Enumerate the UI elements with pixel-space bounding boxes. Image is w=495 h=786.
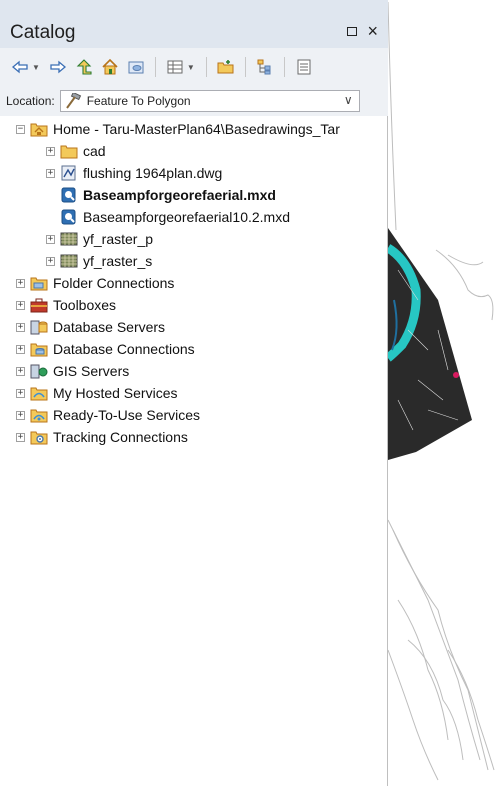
toolbar-separator — [244, 57, 246, 77]
tree-label: Ready-To-Use Services — [53, 407, 201, 423]
database-connection-icon — [30, 341, 48, 357]
tracking-connections-icon — [30, 429, 48, 445]
folder-connections-icon — [30, 275, 48, 291]
tree-item-gis-servers[interactable]: + GIS Servers — [16, 360, 129, 382]
expand-icon[interactable]: + — [16, 344, 25, 354]
map-canvas — [388, 1, 495, 781]
tree-item-tracking-connections[interactable]: + Tracking Connections — [16, 426, 188, 448]
ready-services-icon — [30, 407, 48, 423]
map-document-icon — [60, 209, 78, 225]
map-point-marker — [453, 372, 459, 378]
catalog-titlebar[interactable]: Catalog × — [0, 0, 388, 48]
tree-label: Database Servers — [53, 319, 166, 335]
tree-item-database-servers[interactable]: + Database Servers — [16, 316, 165, 338]
tree-item-my-hosted-services[interactable]: + My Hosted Services — [16, 382, 177, 404]
up-folder-icon[interactable] — [74, 57, 94, 77]
expand-icon[interactable]: + — [16, 366, 25, 376]
tree-label: Toolboxes — [53, 297, 117, 313]
forward-icon[interactable] — [48, 57, 68, 77]
back-icon[interactable] — [10, 57, 30, 77]
title-buttons: × — [347, 22, 378, 40]
toolbar-separator — [205, 57, 207, 77]
folder-icon — [60, 143, 78, 159]
panel-title: Catalog — [10, 22, 76, 43]
tree-item-toolboxes[interactable]: + Toolboxes — [16, 294, 116, 316]
chevron-down-icon[interactable]: ∨ — [344, 93, 353, 107]
toolbar-separator — [154, 57, 156, 77]
default-gdb-icon[interactable] — [126, 57, 146, 77]
catalog-toolbar: ▼ ▼ — [0, 48, 388, 86]
tree-item-home[interactable]: − Home - Taru-MasterPlan64\Basedrawings_… — [16, 118, 340, 140]
expand-icon[interactable]: + — [46, 168, 55, 178]
hosted-services-icon — [30, 385, 48, 401]
tree-label: Home - Taru-MasterPlan64\Basedrawings_Ta… — [53, 121, 340, 137]
expand-icon[interactable]: + — [46, 146, 55, 156]
tree-item-folder-connections[interactable]: + Folder Connections — [16, 272, 174, 294]
tree-item-flushing-dwg[interactable]: + flushing 1964plan.dwg — [46, 162, 222, 184]
float-icon[interactable] — [347, 26, 358, 36]
back-dropdown-icon[interactable]: ▼ — [32, 63, 40, 72]
connect-folder-icon[interactable] — [216, 57, 236, 77]
expand-icon[interactable]: + — [46, 256, 55, 266]
gis-server-icon — [30, 363, 48, 379]
expand-icon[interactable]: + — [16, 300, 25, 310]
expand-icon[interactable]: + — [16, 432, 25, 442]
tree-item-mxd-102[interactable]: Baseampforgeorefaerial10.2.mxd — [60, 206, 290, 228]
expand-icon[interactable]: + — [46, 234, 55, 244]
hammer-icon — [64, 93, 82, 109]
tree-label: Database Connections — [53, 341, 195, 357]
map-document-icon — [60, 187, 78, 203]
tree-item-ready-to-use-services[interactable]: + Ready-To-Use Services — [16, 404, 200, 426]
tree-label: cad — [83, 143, 106, 159]
expand-icon[interactable]: + — [16, 410, 25, 420]
tree-item-database-connections[interactable]: + Database Connections — [16, 338, 195, 360]
tree-item-cad[interactable]: + cad — [46, 140, 106, 162]
home-folder-icon — [30, 121, 48, 137]
cad-drawing-icon — [60, 165, 78, 181]
location-bar: Location: Feature To Polygon ∨ — [0, 86, 388, 116]
tree-label: Tracking Connections — [53, 429, 188, 445]
tree-item-mxd-bold[interactable]: Baseampforgeorefaerial.mxd — [60, 184, 276, 206]
database-server-icon — [30, 319, 48, 335]
location-combobox[interactable]: Feature To Polygon ∨ — [59, 90, 360, 112]
tree-label: My Hosted Services — [53, 385, 178, 401]
catalog-panel: Catalog × ▼ ▼ Location: Feature To Polyg… — [0, 0, 388, 786]
location-value: Feature To Polygon — [86, 94, 191, 108]
tree-label: Baseampforgeorefaerial.mxd — [83, 187, 276, 203]
map-view[interactable] — [388, 0, 495, 786]
tree-item-raster-p[interactable]: + yf_raster_p — [46, 228, 153, 250]
toolbox-icon — [30, 297, 48, 313]
tree-label: Folder Connections — [53, 275, 175, 291]
view-dropdown-icon[interactable]: ▼ — [187, 63, 195, 72]
expand-icon[interactable]: + — [16, 322, 25, 332]
expand-icon[interactable]: + — [16, 388, 25, 398]
location-label: Location: — [6, 94, 55, 108]
toggle-tree-icon[interactable] — [255, 57, 275, 77]
home-icon[interactable] — [100, 57, 120, 77]
tree-label: yf_raster_p — [83, 231, 154, 247]
raster-icon — [60, 253, 78, 269]
close-icon[interactable]: × — [367, 22, 378, 40]
toolbar-separator — [283, 57, 285, 77]
tree-label: flushing 1964plan.dwg — [83, 165, 223, 181]
view-menu-icon[interactable] — [165, 57, 185, 77]
tree-label: Baseampforgeorefaerial10.2.mxd — [83, 209, 291, 225]
expand-icon[interactable]: + — [16, 278, 25, 288]
raster-icon — [60, 231, 78, 247]
tree-label: yf_raster_s — [83, 253, 153, 269]
tree-item-raster-s[interactable]: + yf_raster_s — [46, 250, 152, 272]
collapse-icon[interactable]: − — [16, 124, 25, 134]
options-icon[interactable] — [294, 57, 314, 77]
tree-label: GIS Servers — [53, 363, 130, 379]
